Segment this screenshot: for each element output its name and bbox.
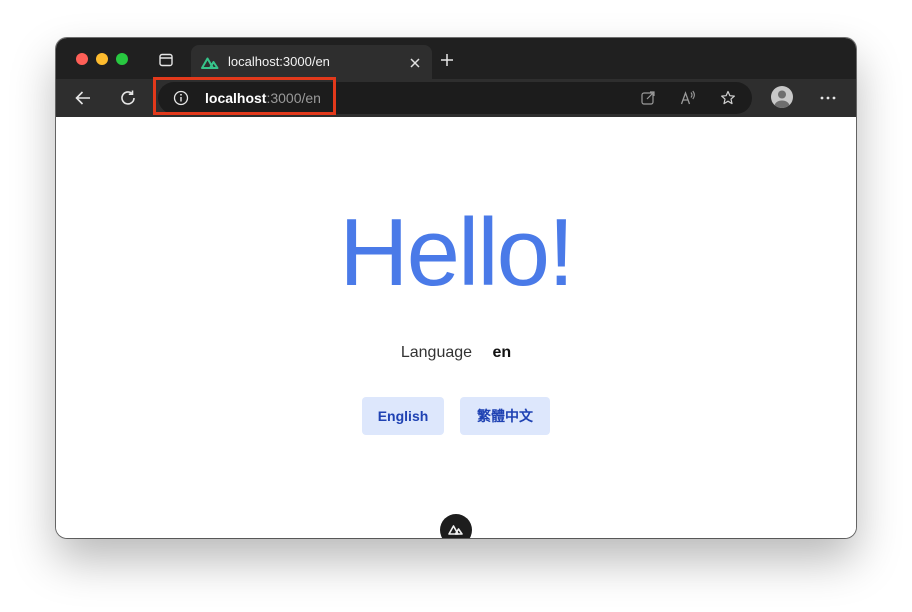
minimize-window-button[interactable] — [96, 53, 108, 65]
language-label: Language — [400, 344, 473, 361]
avatar-icon[interactable] — [771, 86, 793, 108]
language-row: Language en — [56, 344, 856, 362]
open-in-app-icon[interactable] — [640, 90, 656, 106]
star-icon[interactable] — [720, 90, 736, 106]
page-heading: Hello! — [339, 199, 574, 306]
tab-actions-icon[interactable] — [159, 53, 173, 67]
browser-tab[interactable]: localhost:3000/en — [191, 45, 432, 79]
nuxt-devtools-button[interactable] — [440, 514, 472, 538]
language-value: en — [492, 344, 512, 361]
page-content: Hello! Language en English 繁體中文 — [56, 117, 856, 538]
tab-title: localhost:3000/en — [228, 54, 330, 69]
browser-window: localhost:3000/en localhost:3000/en Hell… — [56, 38, 856, 538]
arrow-left-icon[interactable] — [74, 89, 92, 107]
traditional-chinese-button[interactable]: 繁體中文 — [460, 397, 550, 435]
url-highlight-box — [153, 77, 336, 115]
english-button[interactable]: English — [362, 397, 444, 435]
read-aloud-icon[interactable] — [680, 90, 696, 106]
plus-icon[interactable] — [440, 53, 454, 67]
close-icon[interactable] — [409, 56, 421, 68]
close-window-button[interactable] — [76, 53, 88, 65]
title-bar: localhost:3000/en — [56, 38, 856, 79]
nuxt-logo-icon — [201, 55, 219, 69]
more-icon[interactable] — [819, 89, 837, 107]
reload-icon[interactable] — [119, 89, 137, 107]
maximize-window-button[interactable] — [116, 53, 128, 65]
